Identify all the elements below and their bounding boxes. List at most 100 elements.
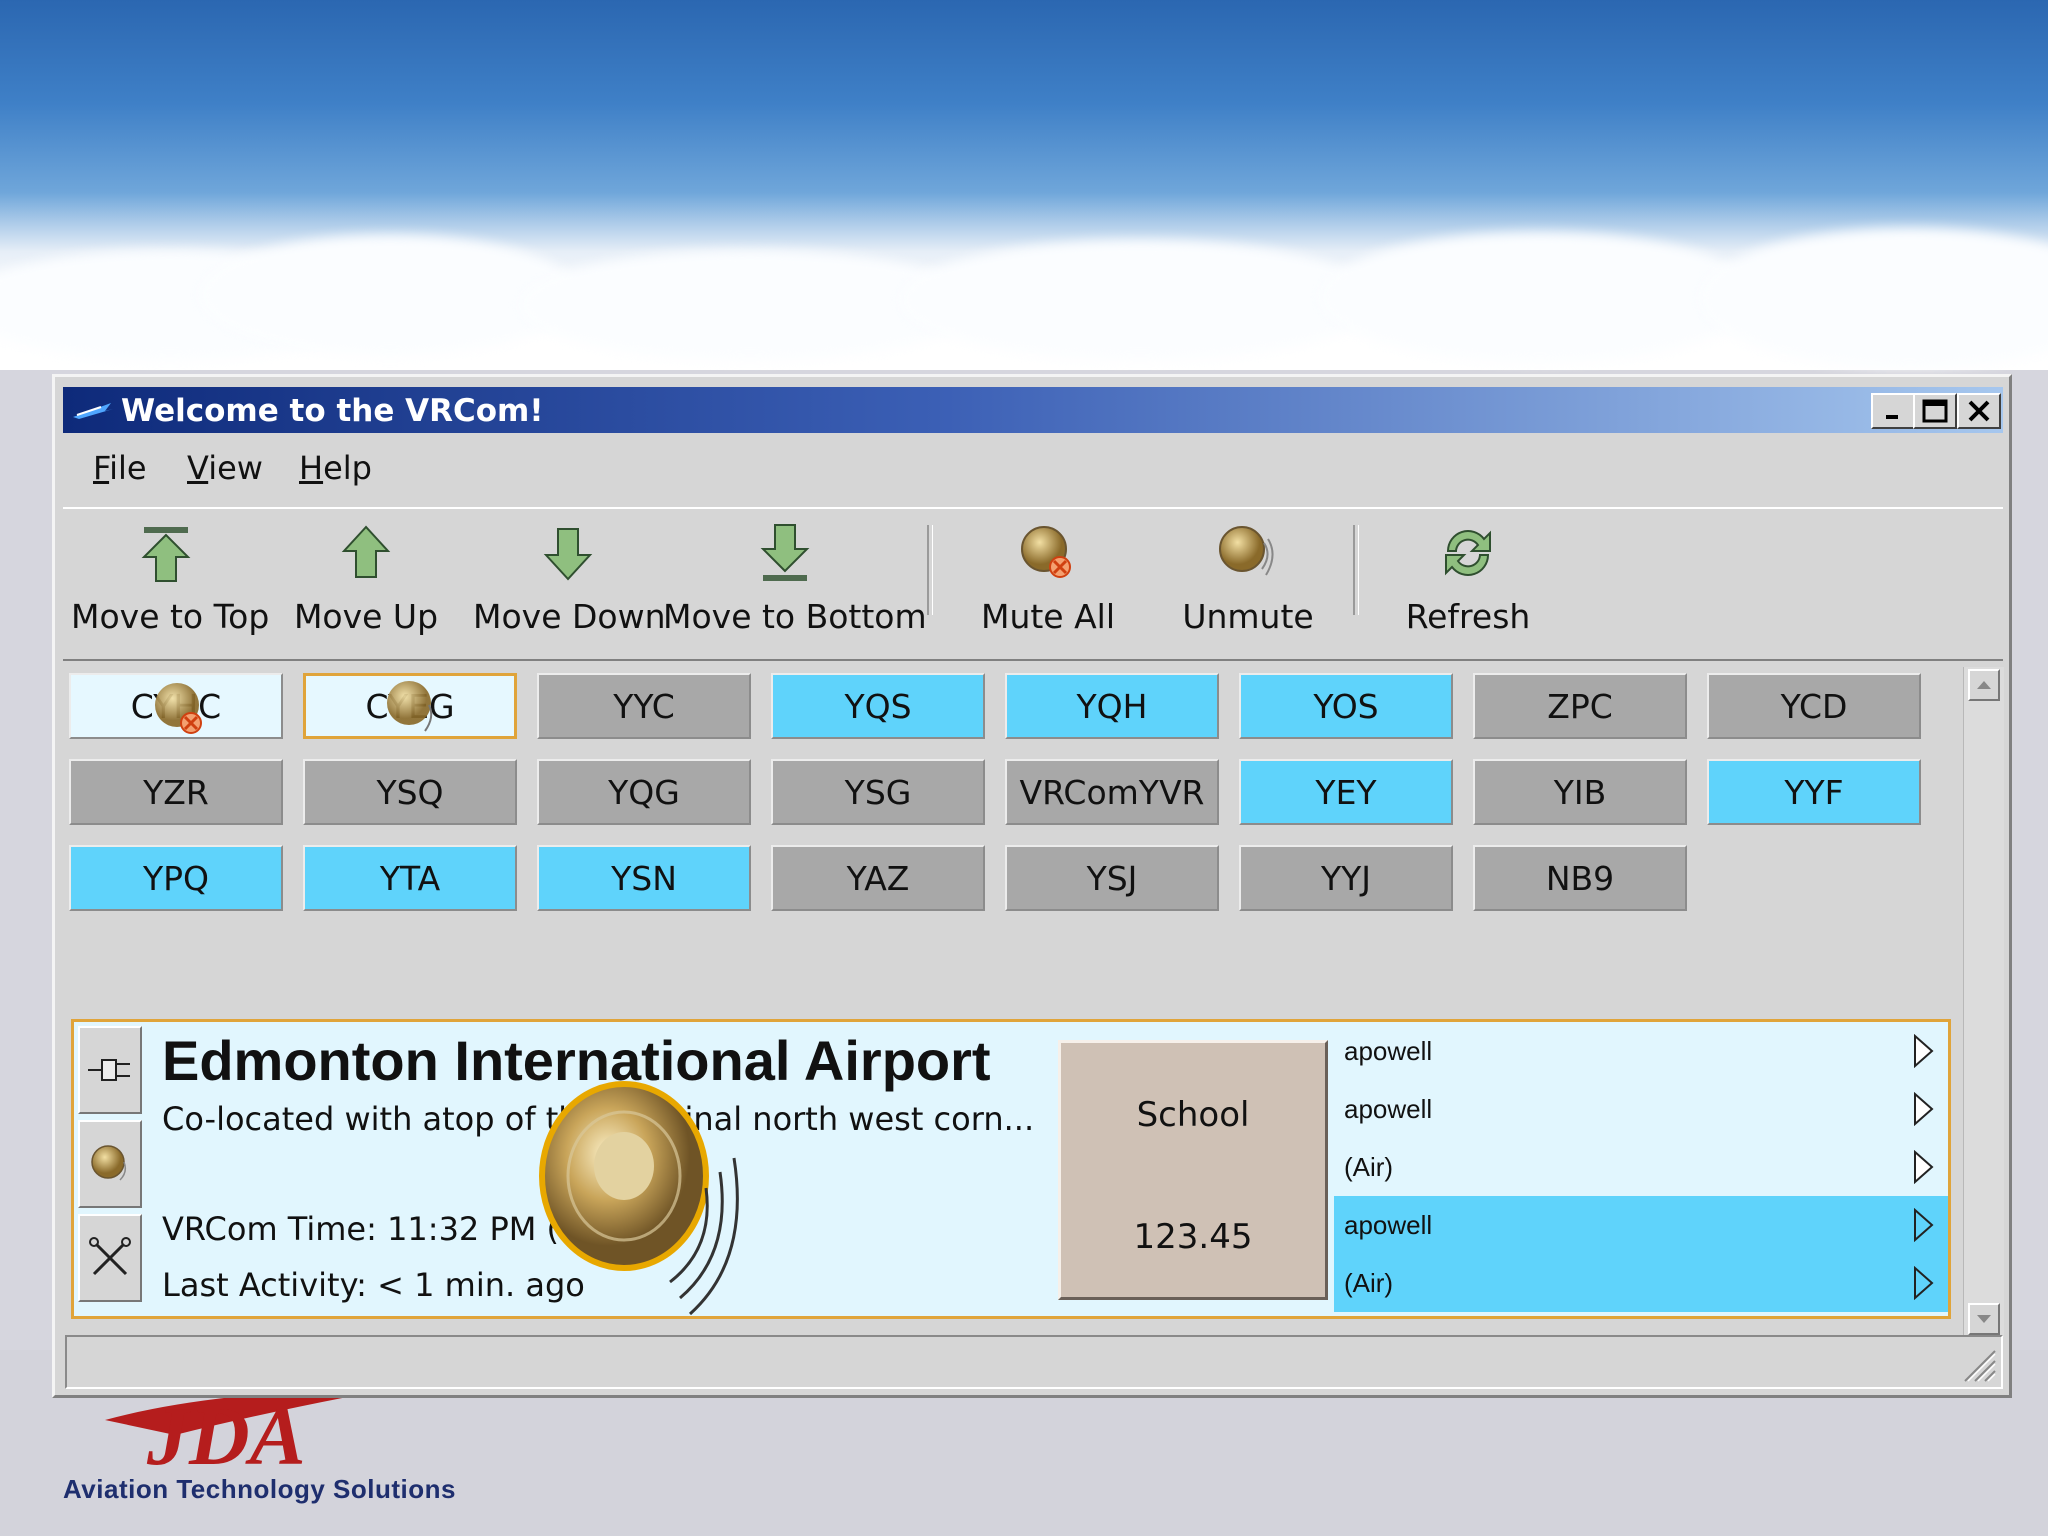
move-down-button[interactable]: Move Down (473, 517, 666, 647)
channel-button-yta[interactable]: YTA (303, 845, 517, 911)
scroll-down-button[interactable] (1968, 1303, 2000, 1335)
menu-bar: File View Help (63, 439, 2003, 499)
toolbar-separator (927, 525, 933, 615)
channel-button-ysn[interactable]: YSN (537, 845, 751, 911)
refresh-icon (1445, 530, 1491, 576)
channel-label: YSQ (376, 772, 444, 812)
play-arrow-icon (1914, 1034, 1934, 1068)
channel-button-yzr[interactable]: YZR (69, 759, 283, 825)
channel-label: YZR (143, 772, 209, 812)
channel-label: YIB (1553, 772, 1607, 812)
user-row[interactable]: apowell (1334, 1080, 1948, 1138)
speaker-icon (91, 1145, 127, 1181)
channel-label: YOS (1313, 686, 1379, 726)
channel-button-yqg[interactable]: YQG (537, 759, 751, 825)
channel-label: YCD (1780, 686, 1848, 726)
channel-button-cyeg[interactable]: CYEG (303, 673, 517, 739)
status-bar (65, 1335, 2003, 1389)
window-title: Welcome to the VRCom! (121, 393, 544, 429)
channel-button-yyc[interactable]: YYC (537, 673, 751, 739)
unmute-icon (1219, 526, 1274, 576)
minimize-icon (1886, 415, 1898, 419)
channel-label: YQH (1076, 686, 1148, 726)
mute-all-label: Mute All (980, 597, 1116, 636)
user-row[interactable]: (Air) (1334, 1254, 1948, 1312)
scroll-up-button[interactable] (1968, 669, 2000, 701)
move-to-bottom-label: Move to Bottom (663, 597, 927, 636)
channel-label: YYF (1784, 772, 1844, 812)
move-down-label: Move Down (473, 597, 666, 636)
user-name: apowell (1344, 1209, 1433, 1240)
close-button[interactable] (1957, 393, 2001, 429)
user-name: (Air) (1344, 1151, 1394, 1182)
app-icon (73, 403, 113, 419)
move-to-bottom-icon (760, 524, 810, 581)
channel-button-yos[interactable]: YOS (1239, 673, 1453, 739)
channel-button-yqh[interactable]: YQH (1005, 673, 1219, 739)
play-arrow-icon (1914, 1150, 1934, 1184)
user-row[interactable]: apowell (1334, 1022, 1948, 1080)
toolbar-separator (1353, 525, 1359, 615)
plug-icon (88, 1059, 130, 1081)
refresh-button[interactable]: Refresh (1393, 517, 1543, 647)
close-icon (1968, 400, 1990, 422)
channel-label: YQG (608, 772, 680, 812)
unmute-button[interactable]: Unmute (1173, 517, 1323, 647)
user-row[interactable]: (Air) (1334, 1138, 1948, 1196)
channel-button-yqs[interactable]: YQS (771, 673, 985, 739)
vrcom-window: Welcome to the VRCom! File View Help Mov… (52, 374, 2012, 1398)
channel-label: YYJ (1320, 858, 1372, 898)
speaker-icon (387, 681, 433, 732)
mute-all-button[interactable]: Mute All (973, 517, 1123, 647)
settings-button[interactable] (78, 1214, 142, 1302)
channel-button-yib[interactable]: YIB (1473, 759, 1687, 825)
user-name: apowell (1344, 1093, 1433, 1124)
channel-button-nb9[interactable]: NB9 (1473, 845, 1687, 911)
channel-button-ysj[interactable]: YSJ (1005, 845, 1219, 911)
move-to-top-icon (141, 527, 191, 582)
title-bar[interactable]: Welcome to the VRCom! (63, 387, 2003, 433)
move-to-top-button[interactable]: Move to Top (71, 517, 269, 647)
user-row[interactable]: apowell (1334, 1196, 1948, 1254)
menu-view[interactable]: View (187, 449, 263, 487)
channel-button-yyj[interactable]: YYJ (1239, 845, 1453, 911)
user-list: apowell apowell (Air) apowell (Air) (1334, 1022, 1948, 1316)
minimize-button[interactable] (1871, 393, 1915, 429)
channel-button-zpc[interactable]: ZPC (1473, 673, 1687, 739)
move-up-icon (341, 525, 391, 578)
chevron-down-icon (1977, 1315, 1991, 1323)
channel-button-ysg[interactable]: YSG (771, 759, 985, 825)
channel-button-yyf[interactable]: YYF (1707, 759, 1921, 825)
sky-background (0, 0, 2048, 370)
maximize-button[interactable] (1913, 393, 1957, 429)
channel-button-cyhc[interactable]: CYHC (69, 673, 283, 739)
refresh-label: Refresh (1405, 597, 1531, 636)
move-down-icon (543, 528, 593, 581)
channel-button-vrcomyvr[interactable]: VRComYVR (1005, 759, 1219, 825)
channel-button-ycd[interactable]: YCD (1707, 673, 1921, 739)
tools-icon (89, 1237, 131, 1276)
menu-file[interactable]: File (93, 449, 147, 487)
resize-grip-icon[interactable] (1957, 1343, 1997, 1383)
channel-label: YSG (844, 772, 912, 812)
move-to-bottom-button[interactable]: Move to Bottom (663, 517, 927, 647)
menu-help[interactable]: Help (299, 449, 372, 487)
volume-button[interactable] (78, 1120, 142, 1208)
channel-label: ZPC (1547, 686, 1613, 726)
toolbar: Move to Top Move Up Move Down Move to Bo… (63, 507, 2003, 661)
frequency-box[interactable]: School 123.45 (1058, 1040, 1328, 1300)
channel-label: YEY (1315, 772, 1377, 812)
vertical-scrollbar[interactable] (1963, 667, 2004, 1337)
push-to-talk-button[interactable] (78, 1026, 142, 1114)
channel-button-yey[interactable]: YEY (1239, 759, 1453, 825)
channel-button-ysq[interactable]: YSQ (303, 759, 517, 825)
chevron-up-icon (1977, 681, 1991, 689)
channel-button-ypq[interactable]: YPQ (69, 845, 283, 911)
channel-grid: CYHC CYEG YYC YQS YQH YOS ZPC YCD YZR YS… (67, 667, 1955, 1347)
channel-label: YTA (379, 858, 441, 898)
move-up-button[interactable]: Move Up (291, 517, 441, 647)
channel-detail-panel: Edmonton International Airport Co-locate… (71, 1019, 1951, 1319)
channel-button-yaz[interactable]: YAZ (771, 845, 985, 911)
channel-label: VRComYVR (1019, 772, 1205, 812)
speaking-speaker-icon (539, 1081, 739, 1316)
